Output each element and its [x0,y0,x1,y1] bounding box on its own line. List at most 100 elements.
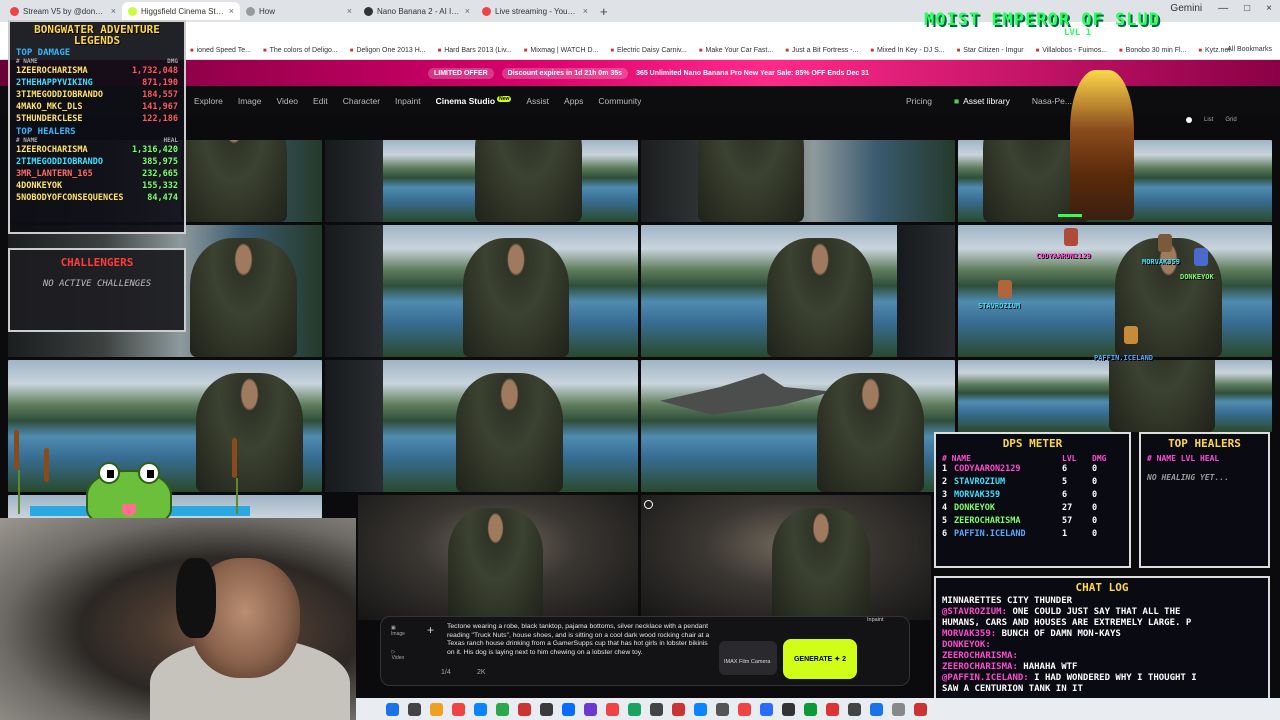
taskbar-app-icon[interactable] [474,702,487,716]
tab-favicon-icon [10,6,19,16]
toggle-dot-icon[interactable] [1186,117,1192,123]
nav-character[interactable]: Character [343,96,380,106]
gallery-image[interactable] [358,495,638,620]
gallery-image[interactable] [325,360,638,492]
nav-explore[interactable]: Explore [194,96,223,106]
taskbar-app-icon[interactable] [562,702,575,716]
asset-library-button[interactable]: Asset library [954,96,1010,106]
taskbar-app-icon[interactable] [650,702,663,716]
browser-tab[interactable]: Nano Banana 2 - AI Image Gen × [358,2,476,20]
nav-assist[interactable]: Assist [526,96,549,106]
nav-apps[interactable]: Apps [564,96,583,106]
taskbar-app-icon[interactable] [892,702,905,716]
close-window-icon[interactable]: × [1266,3,1272,14]
taskbar-app-icon[interactable] [738,702,751,716]
taskbar-app-icon[interactable] [826,702,839,716]
close-icon[interactable]: × [347,6,352,16]
batch-count[interactable]: 1/4 [441,669,451,676]
gallery-image[interactable] [325,140,638,222]
taskbar-app-icon[interactable] [496,702,509,716]
nav-community[interactable]: Community [598,96,641,106]
taskbar-app-icon[interactable] [848,702,861,716]
taskbar-app-icon[interactable] [804,702,817,716]
nav-edit[interactable]: Edit [313,96,328,106]
bookmark-link[interactable]: Electric Daisy Carniv... [610,47,687,54]
bookmark-link[interactable]: ioned Speed Te... [190,47,251,54]
nav-image[interactable]: Image [238,96,262,106]
close-icon[interactable]: × [583,6,588,16]
taskbar-app-icon[interactable] [540,702,553,716]
taskbar-app-icon[interactable] [628,702,641,716]
bookmark-link[interactable]: Make Your Car Fast... [699,47,774,54]
bookmark-link[interactable]: Just a Bit Fortress -... [785,47,859,54]
taskbar-app-icon[interactable] [606,702,619,716]
prompt-input[interactable]: Tectone wearing a robe, black tanktop, p… [447,623,717,657]
taskbar-app-icon[interactable] [672,702,685,716]
taskbar-app-icon[interactable] [870,702,883,716]
new-tab-button[interactable]: + [594,4,614,19]
taskbar-app-icon[interactable] [716,702,729,716]
gallery-image[interactable] [641,360,955,492]
bookmark-link[interactable]: Mixmag | WATCH D... [524,47,598,54]
add-reference-button[interactable]: + [427,623,434,637]
taskbar-app-icon[interactable] [518,702,531,716]
chat-username: ZEEROCHARISMA: [942,651,1018,661]
cattail-icon [14,430,19,470]
generate-button[interactable]: GENERATE ✦ 2 [783,639,857,679]
nav-cinema-studio[interactable]: Cinema Studio New [436,96,512,106]
gallery-image[interactable] [8,360,322,492]
browser-tab[interactable]: How × [240,2,358,20]
view-grid-button[interactable]: Grid [1225,117,1236,123]
taskbar-app-icon[interactable] [694,702,707,716]
taskbar-app-icon[interactable] [452,702,465,716]
bookmark-link[interactable]: Star Citizen - Imgur [957,47,1023,54]
taskbar-app-icon[interactable] [760,702,773,716]
all-bookmarks-button[interactable]: All Bookmarks [1227,46,1272,53]
bookmark-link[interactable]: The colors of Deligo... [263,47,338,54]
bookmark-link[interactable]: Hard Bars 2013 (Liv... [438,47,512,54]
camera-select[interactable]: IMAX Film Camera [719,641,777,675]
view-list-button[interactable]: List [1204,117,1213,123]
bookmark-link[interactable]: Deligon One 2013 H... [350,47,425,54]
maximize-icon[interactable]: □ [1244,3,1250,14]
bookmark-link[interactable]: Villalobos - Fuimos... [1036,47,1107,54]
close-icon[interactable]: × [465,6,470,16]
user-menu[interactable]: Nasa-Pe... [1032,96,1072,106]
taskbar-app-icon[interactable] [584,702,597,716]
browser-tab-active[interactable]: Higgsfield Cinema Studio | Pro × [122,2,240,20]
nav-inpaint[interactable]: Inpaint [395,96,421,106]
browser-tab[interactable]: Stream V5 by @dongbongwat × [4,2,122,20]
close-icon[interactable]: × [229,6,234,16]
leaderboard-panel: BONGWATER ADVENTURE LEGENDS TOP DAMAGE #… [8,20,186,234]
video-mode-button[interactable]: ▷ Video [392,649,405,661]
nav-pricing[interactable]: Pricing [906,96,932,106]
taskbar-app-icon[interactable] [782,702,795,716]
gemini-tab[interactable]: Gemini [1170,3,1202,14]
taskbar-app-icon[interactable] [386,702,399,716]
minimize-icon[interactable]: — [1218,3,1228,14]
avatar-sprite-icon [1064,228,1078,246]
taskbar-app-icon[interactable] [914,702,927,716]
avatar-sprite-icon [1158,234,1172,252]
image-mode-button[interactable]: ▣ Image [391,625,405,637]
bookmark-link[interactable]: Mixed In Key - DJ S... [870,47,945,54]
promo-message: 365 Unlimited Nano Banana Pro New Year S… [636,69,869,77]
bookmark-link[interactable]: Bonobo 30 min Fl... [1119,47,1187,54]
leaderboard-name: MAKO_MKC_DLS [21,102,83,112]
taskbar-app-icon[interactable] [408,702,421,716]
nav-video[interactable]: Video [276,96,298,106]
gallery-image[interactable] [641,495,931,620]
challengers-empty: NO ACTIVE CHALLENGES [42,279,152,289]
taskbar-app-icon[interactable] [430,702,443,716]
resolution-select[interactable]: 2K [477,669,486,676]
bookmark-link[interactable]: Kytz.net [1198,47,1230,54]
gallery-image[interactable] [958,360,1272,432]
gallery-image[interactable] [641,225,955,357]
gallery-image[interactable] [641,140,955,222]
gallery-image[interactable] [325,225,638,357]
close-icon[interactable]: × [111,6,116,16]
inpaint-tool[interactable]: Inpaint [867,617,884,623]
browser-tab[interactable]: Live streaming - YouTube Studio × [476,2,594,20]
dps-row: 6 PAFFIN.ICELAND 1 0 [936,528,1129,541]
leaderboard-value: 122,186 [142,114,178,124]
